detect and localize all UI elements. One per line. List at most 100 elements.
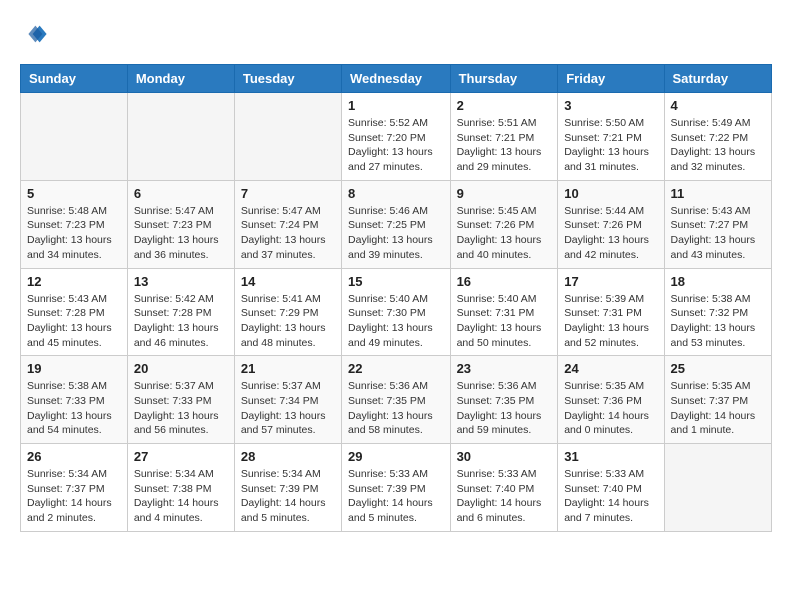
day-number: 10 [564,186,657,201]
day-number: 19 [27,361,121,376]
calendar-cell: 4 Sunrise: 5:49 AM Sunset: 7:22 PM Daylig… [664,93,771,181]
day-number: 9 [457,186,552,201]
cell-info: Sunrise: 5:40 AM Sunset: 7:31 PM Dayligh… [457,292,552,351]
day-number: 5 [27,186,121,201]
calendar-cell: 15Sunrise: 5:40 AM Sunset: 7:30 PM Dayli… [342,268,451,356]
day-number: 3 [564,98,657,113]
calendar-cell: 13 Sunrise: 5:42 AM Sunset: 7:28 PM Dayli… [127,268,234,356]
calendar-cell: 24 Sunrise: 5:35 AM Sunset: 7:36 PM Dayli… [558,356,664,444]
calendar-cell: 9 Sunrise: 5:45 AM Sunset: 7:26 PM Daylig… [450,180,558,268]
calendar-cell: 21 Sunrise: 5:37 AM Sunset: 7:34 PM Dayli… [234,356,341,444]
calendar-cell: 6 Sunrise: 5:47 AM Sunset: 7:23 PM Daylig… [127,180,234,268]
day-number: 20 [134,361,228,376]
calendar-header-row: SundayMondayTuesdayWednesdayThursdayFrid… [21,65,772,93]
calendar-week-row: 26 Sunrise: 5:34 AM Sunset: 7:37 PM Dayli… [21,444,772,532]
day-number: 30 [457,449,552,464]
day-number: 22 [348,361,444,376]
cell-info: Sunrise: 5:44 AM Sunset: 7:26 PM Dayligh… [564,204,657,263]
cell-info: Sunrise: 5:33 AM Sunset: 7:39 PM Dayligh… [348,467,444,526]
calendar-cell: 17 Sunrise: 5:39 AM Sunset: 7:31 PM Dayli… [558,268,664,356]
calendar-cell: 23 Sunrise: 5:36 AM Sunset: 7:35 PM Dayli… [450,356,558,444]
calendar-cell: 28 Sunrise: 5:34 AM Sunset: 7:39 PM Dayli… [234,444,341,532]
calendar-cell: 2Sunrise: 5:51 AM Sunset: 7:21 PM Daylig… [450,93,558,181]
cell-info: Sunrise: 5:49 AM Sunset: 7:22 PM Dayligh… [671,116,765,175]
calendar-cell: 16 Sunrise: 5:40 AM Sunset: 7:31 PM Dayli… [450,268,558,356]
cell-info: Sunrise: 5:43 AM Sunset: 7:28 PM Dayligh… [27,292,121,351]
calendar-cell: 30 Sunrise: 5:33 AM Sunset: 7:40 PM Dayli… [450,444,558,532]
cell-info: Sunrise: 5:35 AM Sunset: 7:36 PM Dayligh… [564,379,657,438]
cell-info: Sunrise: 5:47 AM Sunset: 7:24 PM Dayligh… [241,204,335,263]
cell-info: Sunrise: 5:33 AM Sunset: 7:40 PM Dayligh… [564,467,657,526]
cell-info: Sunrise: 5:46 AM Sunset: 7:25 PM Dayligh… [348,204,444,263]
day-number: 11 [671,186,765,201]
calendar-cell: 7 Sunrise: 5:47 AM Sunset: 7:24 PM Daylig… [234,180,341,268]
cell-info: Sunrise: 5:37 AM Sunset: 7:33 PM Dayligh… [134,379,228,438]
column-header-saturday: Saturday [664,65,771,93]
calendar-cell: 19 Sunrise: 5:38 AM Sunset: 7:33 PM Dayli… [21,356,128,444]
calendar-cell: 12 Sunrise: 5:43 AM Sunset: 7:28 PM Dayli… [21,268,128,356]
day-number: 13 [134,274,228,289]
day-number: 23 [457,361,552,376]
cell-info: Sunrise: 5:36 AM Sunset: 7:35 PM Dayligh… [457,379,552,438]
cell-info: Sunrise: 5:40 AM Sunset: 7:30 PM Dayligh… [348,292,444,351]
calendar-cell: 8 Sunrise: 5:46 AM Sunset: 7:25 PM Daylig… [342,180,451,268]
calendar-cell: 5Sunrise: 5:48 AM Sunset: 7:23 PM Daylig… [21,180,128,268]
day-number: 27 [134,449,228,464]
calendar-cell: 10 Sunrise: 5:44 AM Sunset: 7:26 PM Dayli… [558,180,664,268]
logo [20,20,52,48]
calendar-week-row: 1 Sunrise: 5:52 AM Sunset: 7:20 PM Daylig… [21,93,772,181]
column-header-friday: Friday [558,65,664,93]
cell-info: Sunrise: 5:39 AM Sunset: 7:31 PM Dayligh… [564,292,657,351]
cell-info: Sunrise: 5:34 AM Sunset: 7:38 PM Dayligh… [134,467,228,526]
page-header [20,20,772,48]
day-number: 21 [241,361,335,376]
day-number: 14 [241,274,335,289]
calendar-cell: 25Sunrise: 5:35 AM Sunset: 7:37 PM Dayli… [664,356,771,444]
cell-info: Sunrise: 5:45 AM Sunset: 7:26 PM Dayligh… [457,204,552,263]
day-number: 24 [564,361,657,376]
column-header-thursday: Thursday [450,65,558,93]
day-number: 8 [348,186,444,201]
cell-info: Sunrise: 5:33 AM Sunset: 7:40 PM Dayligh… [457,467,552,526]
day-number: 16 [457,274,552,289]
cell-info: Sunrise: 5:38 AM Sunset: 7:33 PM Dayligh… [27,379,121,438]
cell-info: Sunrise: 5:36 AM Sunset: 7:35 PM Dayligh… [348,379,444,438]
cell-info: Sunrise: 5:47 AM Sunset: 7:23 PM Dayligh… [134,204,228,263]
calendar-cell: 27 Sunrise: 5:34 AM Sunset: 7:38 PM Dayli… [127,444,234,532]
calendar-cell: 29 Sunrise: 5:33 AM Sunset: 7:39 PM Dayli… [342,444,451,532]
day-number: 12 [27,274,121,289]
column-header-monday: Monday [127,65,234,93]
calendar-week-row: 19 Sunrise: 5:38 AM Sunset: 7:33 PM Dayli… [21,356,772,444]
cell-info: Sunrise: 5:37 AM Sunset: 7:34 PM Dayligh… [241,379,335,438]
calendar-cell: 1 Sunrise: 5:52 AM Sunset: 7:20 PM Daylig… [342,93,451,181]
day-number: 7 [241,186,335,201]
logo-icon [20,20,48,48]
calendar-cell: 31 Sunrise: 5:33 AM Sunset: 7:40 PM Dayli… [558,444,664,532]
cell-info: Sunrise: 5:52 AM Sunset: 7:20 PM Dayligh… [348,116,444,175]
calendar-cell: 18Sunrise: 5:38 AM Sunset: 7:32 PM Dayli… [664,268,771,356]
calendar-cell [21,93,128,181]
day-number: 18 [671,274,765,289]
day-number: 29 [348,449,444,464]
day-number: 31 [564,449,657,464]
calendar-week-row: 12 Sunrise: 5:43 AM Sunset: 7:28 PM Dayli… [21,268,772,356]
day-number: 17 [564,274,657,289]
calendar-cell [127,93,234,181]
calendar-cell: 22 Sunrise: 5:36 AM Sunset: 7:35 PM Dayli… [342,356,451,444]
column-header-tuesday: Tuesday [234,65,341,93]
calendar-cell: 3Sunrise: 5:50 AM Sunset: 7:21 PM Daylig… [558,93,664,181]
day-number: 26 [27,449,121,464]
cell-info: Sunrise: 5:42 AM Sunset: 7:28 PM Dayligh… [134,292,228,351]
day-number: 28 [241,449,335,464]
day-number: 2 [457,98,552,113]
calendar-cell: 11Sunrise: 5:43 AM Sunset: 7:27 PM Dayli… [664,180,771,268]
calendar-cell: 20 Sunrise: 5:37 AM Sunset: 7:33 PM Dayli… [127,356,234,444]
day-number: 25 [671,361,765,376]
day-number: 6 [134,186,228,201]
cell-info: Sunrise: 5:34 AM Sunset: 7:39 PM Dayligh… [241,467,335,526]
day-number: 4 [671,98,765,113]
day-number: 1 [348,98,444,113]
cell-info: Sunrise: 5:34 AM Sunset: 7:37 PM Dayligh… [27,467,121,526]
calendar-cell: 26 Sunrise: 5:34 AM Sunset: 7:37 PM Dayli… [21,444,128,532]
calendar-cell [664,444,771,532]
